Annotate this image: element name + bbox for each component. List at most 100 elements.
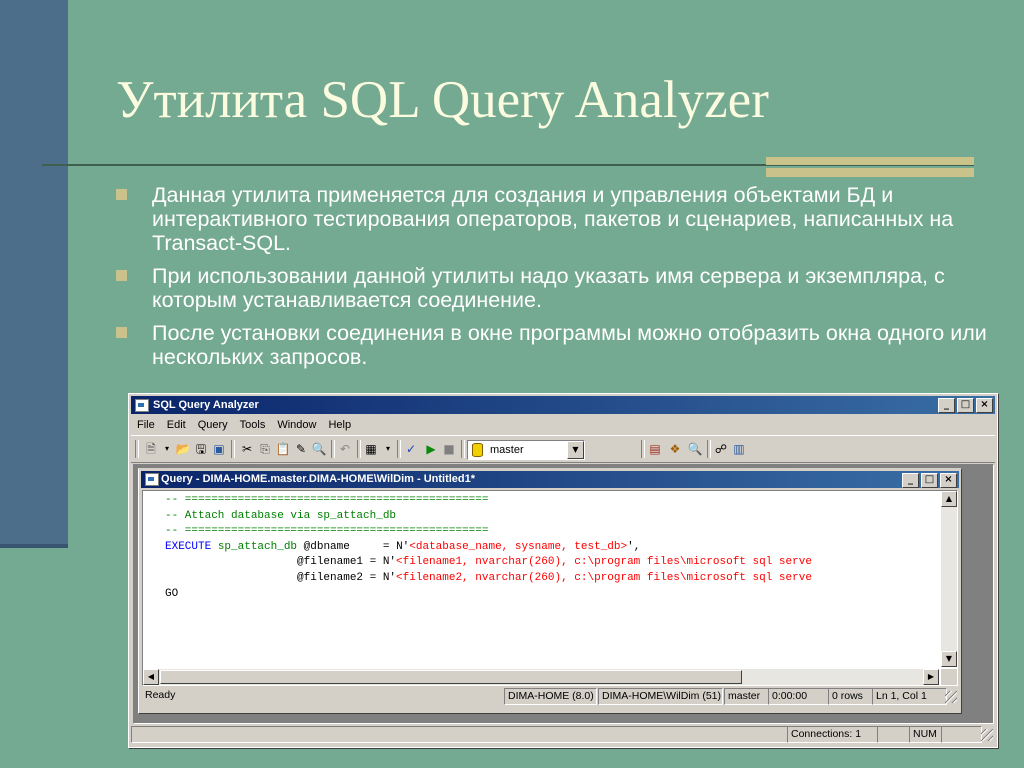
code-token: -- =====================================… — [165, 494, 489, 506]
database-select[interactable]: master ▼ — [467, 440, 585, 460]
scroll-up-icon[interactable]: ▲ — [941, 491, 957, 507]
code-token: <filename2, nvarchar(260), c:\program fi… — [396, 571, 812, 584]
window-controls: _ □ × — [938, 398, 993, 413]
query-window-icon[interactable] — [145, 473, 159, 486]
query-title-bar[interactable]: Query - DIMA-HOME.master.DIMA-HOME\WilDi… — [141, 471, 959, 488]
app-resize-grip-icon[interactable] — [981, 729, 993, 741]
code-line[interactable]: -- =====================================… — [165, 494, 488, 506]
horizontal-scrollbar[interactable]: ◀ ▶ — [143, 669, 939, 685]
minimize-button[interactable]: _ — [938, 398, 955, 413]
menu-tools[interactable]: Tools — [234, 416, 272, 434]
app-status-bar: Connections: 1 NUM — [131, 725, 995, 743]
clear-icon[interactable]: ✎ — [293, 441, 309, 457]
database-icon — [472, 443, 483, 457]
results-mode-dropdown-icon[interactable]: ▾ — [380, 441, 396, 457]
close-button[interactable]: × — [976, 398, 993, 413]
menu-file[interactable]: File — [131, 416, 161, 434]
stop-icon[interactable]: ■ — [441, 441, 457, 457]
cut-icon[interactable]: ✂ — [239, 441, 255, 457]
scroll-left-icon[interactable]: ◀ — [143, 669, 159, 685]
parse-icon[interactable]: ✓ — [403, 441, 419, 457]
code-token: EXECUTE — [165, 540, 212, 553]
code-line[interactable]: EXECUTE sp_attach_db @dbname = N'<databa… — [165, 541, 640, 553]
bullet-item: После установки соединения в окне програ… — [116, 321, 996, 369]
query-window-controls: _ □ × — [902, 473, 957, 488]
toolbar-separator — [357, 440, 361, 458]
toolbar-separator — [397, 440, 401, 458]
bullet-list: Данная утилита применяется для создания … — [116, 183, 996, 378]
query-analyzer-window: SQL Query Analyzer _ □ × File Edit Query… — [128, 393, 998, 748]
code-token: @filename1 = N' — [165, 556, 397, 569]
bullet-square-icon — [116, 327, 127, 338]
code-token: -- =====================================… — [165, 525, 489, 538]
code-line[interactable]: @filename1 = N'<filename1, nvarchar(260)… — [165, 556, 812, 568]
left-accent-shadow — [0, 544, 68, 548]
scroll-right-icon[interactable]: ▶ — [923, 669, 939, 685]
status-database: master — [724, 688, 769, 705]
vertical-scrollbar[interactable]: ▲ ▼ — [941, 491, 957, 667]
app-icon[interactable] — [135, 399, 149, 412]
status-user: DIMA-HOME\WilDim (51) — [598, 688, 723, 705]
query-minimize-button[interactable]: _ — [902, 473, 919, 488]
query-editor[interactable]: -- =====================================… — [142, 490, 958, 686]
show-execution-plan-icon[interactable]: 🔍 — [687, 441, 703, 457]
chevron-down-icon[interactable]: ▼ — [567, 441, 584, 459]
maximize-button[interactable]: □ — [957, 398, 974, 413]
horizontal-scroll-thumb[interactable] — [160, 670, 742, 684]
toolbar-separator — [641, 440, 645, 458]
query-maximize-button[interactable]: □ — [921, 473, 938, 488]
bullet-square-icon — [116, 270, 127, 281]
resize-grip-icon[interactable] — [945, 691, 957, 703]
status-rows: 0 rows — [828, 688, 873, 705]
find-icon[interactable]: 🔍 — [311, 441, 327, 457]
toolbar-separator — [231, 440, 235, 458]
scroll-down-icon[interactable]: ▼ — [941, 651, 957, 667]
query-status-bar: Ready DIMA-HOME (8.0) DIMA-HOME\WilDim (… — [142, 687, 959, 705]
status-message — [131, 726, 788, 743]
menu-query[interactable]: Query — [192, 416, 234, 434]
status-ready: Ready — [145, 689, 176, 701]
code-token: <database_name, sysname, test_db> — [409, 540, 628, 553]
copy-icon[interactable]: ⎘ — [257, 441, 273, 457]
object-search-icon[interactable]: ❖ — [667, 441, 683, 457]
accent-bar-top — [766, 157, 974, 165]
insert-template-icon[interactable]: ▣ — [211, 441, 227, 457]
undo-icon[interactable]: ↶ — [337, 441, 353, 457]
menu-bar: File Edit Query Tools Window Help — [131, 416, 995, 434]
open-icon[interactable]: 📂 — [175, 441, 191, 457]
code-line[interactable]: -- Attach database via sp_attach_db — [165, 510, 396, 522]
bullet-item: Данная утилита применяется для создания … — [116, 183, 996, 255]
save-icon[interactable]: 🖫 — [193, 441, 209, 457]
bullet-text: После установки соединения в окне програ… — [152, 321, 987, 369]
mdi-workspace: Query - DIMA-HOME.master.DIMA-HOME\WilDi… — [133, 464, 994, 724]
accent-bar-bottom — [766, 168, 974, 177]
new-query-icon[interactable]: 🗎 — [143, 441, 159, 457]
object-browser-icon[interactable]: ▤ — [647, 441, 663, 457]
execute-icon[interactable]: ▶ — [423, 441, 439, 457]
slide-title: Утилита SQL Query Analyzer — [116, 71, 769, 129]
show-results-pane-icon[interactable]: ▥ — [731, 441, 747, 457]
new-query-dropdown-icon[interactable]: ▾ — [159, 441, 175, 457]
query-code[interactable]: -- =====================================… — [165, 493, 812, 602]
bullet-item: При использовании данной утилиты надо ук… — [116, 264, 996, 312]
results-mode-icon[interactable]: ▦ — [363, 441, 379, 457]
paste-icon[interactable]: 📋 — [275, 441, 291, 457]
menu-help[interactable]: Help — [322, 416, 357, 434]
query-close-button[interactable]: × — [940, 473, 957, 488]
query-window: Query - DIMA-HOME.master.DIMA-HOME\WilDi… — [138, 468, 962, 714]
code-line[interactable]: -- =====================================… — [165, 525, 488, 537]
status-position: Ln 1, Col 1 — [872, 688, 947, 705]
scrollbar-corner — [941, 669, 957, 685]
code-token: sp_attach_db — [211, 540, 298, 553]
code-token: <filename1, nvarchar(260), c:\program fi… — [396, 556, 812, 569]
toolbar-grip — [135, 440, 139, 458]
main-toolbar: 🗎 ▾ 📂 🖫 ▣ ✂ ⎘ 📋 ✎ 🔍 ↶ ▦ ▾ ✓ ▶ ■ master ▼… — [131, 435, 995, 463]
database-select-value: master — [490, 444, 524, 456]
toolbar-separator — [331, 440, 335, 458]
code-line[interactable]: GO — [165, 588, 178, 600]
app-title-bar[interactable]: SQL Query Analyzer _ □ × — [131, 396, 995, 414]
menu-window[interactable]: Window — [271, 416, 322, 434]
current-connection-icon[interactable]: ☍ — [713, 441, 729, 457]
menu-edit[interactable]: Edit — [161, 416, 192, 434]
code-line[interactable]: @filename2 = N'<filename2, nvarchar(260)… — [165, 572, 812, 584]
